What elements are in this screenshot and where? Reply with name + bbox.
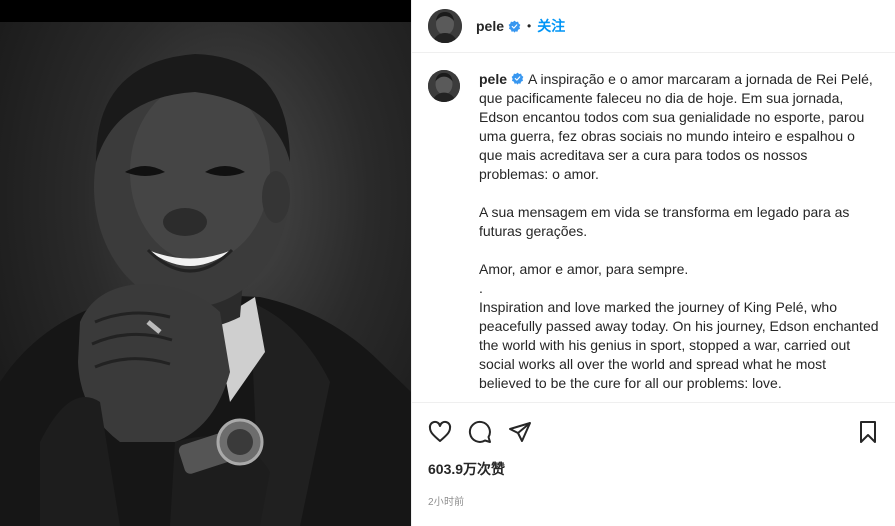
action-icons-row [428, 403, 880, 461]
caption-text-block: pele A inspiração e o amor marcaram a jor… [479, 70, 880, 402]
paper-plane-icon[interactable] [508, 420, 532, 444]
caption-row: pele A inspiração e o amor marcaram a jor… [428, 70, 880, 402]
instagram-post-view: pele • 关注 pele A inspiração e o amor mar… [0, 0, 895, 526]
bookmark-icon[interactable] [856, 420, 880, 444]
portrait-image [0, 54, 411, 526]
comment-icon[interactable] [468, 420, 492, 444]
follow-button[interactable]: 关注 [537, 16, 565, 36]
author-avatar[interactable] [428, 9, 462, 43]
separator-dot: • [527, 19, 532, 33]
heart-icon[interactable] [428, 420, 452, 444]
caption-text: A inspiração e o amor marcaram a jornada… [479, 71, 879, 391]
author-username[interactable]: pele [476, 18, 504, 34]
caption-username[interactable]: pele [479, 71, 507, 87]
caption-avatar[interactable] [428, 70, 460, 102]
verified-badge-icon [511, 72, 524, 85]
caption-scroll-area[interactable]: pele A inspiração e o amor marcaram a jor… [412, 54, 895, 402]
post-timestamp[interactable]: 2小时前 [428, 493, 880, 508]
verified-badge-icon [508, 20, 521, 33]
post-actions: 603.9万次赞 2小时前 [412, 402, 895, 526]
post-photo[interactable] [0, 0, 411, 526]
post-header: pele • 关注 [412, 0, 895, 53]
post-details-panel: pele • 关注 pele A inspiração e o amor mar… [411, 0, 895, 526]
likes-count[interactable]: 603.9万次赞 [428, 459, 880, 479]
photo-top-strip [0, 0, 411, 22]
